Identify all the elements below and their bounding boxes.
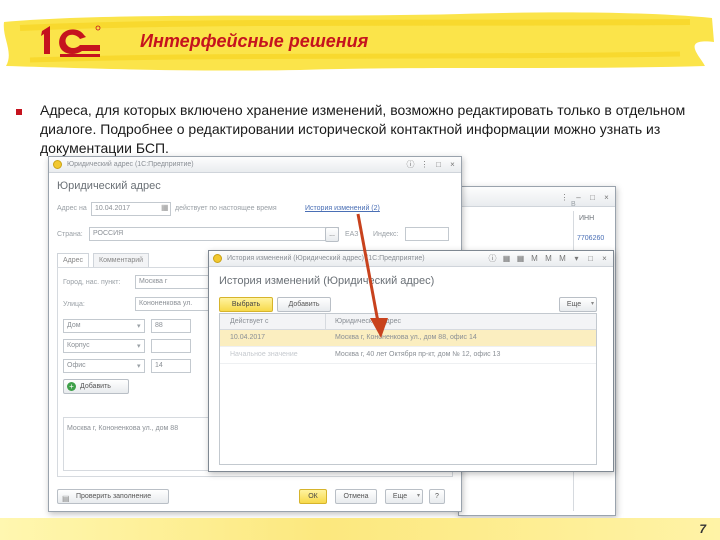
region-label: ЕАЗ	[345, 231, 359, 238]
history-table: Действует с Юридический адрес 10.04.2017…	[219, 313, 597, 465]
address-on-label: Адрес на	[57, 205, 87, 212]
valid-text: действует по настоящее время	[175, 205, 277, 212]
ok-button[interactable]: ОК	[299, 489, 327, 504]
select-button[interactable]: Выбрать	[219, 297, 273, 312]
country-select-button[interactable]: ...	[325, 227, 339, 242]
memory-plus-icon[interactable]: M	[544, 254, 553, 263]
row-date: 10.04.2017	[230, 334, 266, 341]
office-value-field[interactable]: 14	[151, 359, 191, 373]
address-summary: Москва г, Кононенкова ул., дом 88	[63, 417, 213, 471]
footer-band	[0, 518, 720, 540]
info-icon[interactable]: ⓘ	[406, 160, 415, 169]
column-divider	[325, 314, 326, 330]
close-icon[interactable]: ×	[602, 193, 611, 202]
street-label: Улица:	[63, 301, 85, 308]
menu-icon[interactable]: ▾	[572, 254, 581, 263]
chevron-down-icon: ▾	[590, 301, 594, 307]
country-label: Страна:	[57, 231, 83, 238]
building-value-field[interactable]	[151, 339, 191, 353]
dropdown-arrow-icon: ▾	[137, 323, 141, 330]
label-b: B	[571, 201, 576, 208]
add-field-button[interactable]: + Добавить	[63, 379, 129, 394]
house-value-field[interactable]: 88	[151, 319, 191, 333]
history-window: История изменений (Юридический адрес) (1…	[208, 250, 614, 472]
chevron-down-icon: ▾	[416, 493, 420, 499]
add-button-label: Добавить	[80, 383, 111, 390]
table-header: Действует с Юридический адрес	[220, 314, 596, 330]
1c-logo	[41, 25, 101, 57]
check-button-label: Проверить заполнение	[76, 493, 152, 500]
plus-icon: +	[67, 382, 76, 391]
more-button[interactable]: Еще ▾	[559, 297, 597, 312]
city-label: Город, нас. пункт:	[63, 279, 121, 286]
maximize-icon[interactable]: □	[586, 254, 595, 263]
check-fill-button[interactable]: ▤ Проверить заполнение	[57, 489, 169, 504]
slide-title: Интерфейсные решения	[140, 31, 369, 51]
memory-minus-icon[interactable]: M	[558, 254, 567, 263]
close-icon[interactable]: ×	[448, 160, 457, 169]
more-button-label: Еще	[392, 493, 408, 500]
dropdown-arrow-icon: ▾	[137, 363, 141, 370]
window-title: История изменений (Юридический адрес) (1…	[227, 255, 425, 262]
tab-address[interactable]: Адрес	[57, 253, 90, 267]
maximize-icon[interactable]: □	[588, 193, 597, 202]
maximize-icon[interactable]: □	[434, 160, 443, 169]
history-heading: История изменений (Юридический адрес)	[219, 275, 435, 287]
form-heading: Юридический адрес	[57, 180, 161, 192]
country-field[interactable]: РОССИЯ	[89, 227, 339, 241]
close-icon[interactable]: ×	[600, 254, 609, 263]
bullet-text: Адреса, для которых включено хранение из…	[40, 102, 686, 156]
page-number: 7	[699, 522, 706, 536]
code-field[interactable]	[405, 227, 449, 241]
row-address: Москва г, 40 лет Октября пр-кт, дом № 12…	[335, 351, 501, 358]
window-title: Юридический адрес (1С:Предприятие)	[67, 161, 194, 168]
cancel-button[interactable]: Отмена	[335, 489, 377, 504]
more-button-label: Еще	[566, 301, 582, 308]
grid-icon[interactable]: ▦	[502, 254, 511, 263]
more-button[interactable]: Еще ▾	[385, 489, 423, 504]
calendar-icon[interactable]: ▦	[161, 203, 169, 212]
table-row[interactable]: Начальное значение Москва г, 40 лет Октя…	[220, 347, 596, 364]
inn-label: ИНН	[579, 215, 595, 222]
tab-comment[interactable]: Комментарий	[93, 253, 150, 267]
inn-value: 7706260	[577, 235, 605, 242]
bullet-marker	[16, 109, 22, 115]
column-header-date[interactable]: Действует с	[230, 318, 269, 325]
column-header-address[interactable]: Юридический адрес	[335, 318, 401, 325]
dropdown-arrow-icon: ▾	[137, 343, 141, 350]
history-link[interactable]: История изменений (2)	[305, 205, 380, 212]
grid-icon[interactable]: ▦	[516, 254, 525, 263]
date-field[interactable]: 10.04.2017	[91, 202, 171, 216]
app-icon	[213, 254, 222, 263]
info-icon[interactable]: ⓘ	[488, 254, 497, 263]
table-row[interactable]: 10.04.2017 Москва г, Кононенкова ул., до…	[220, 330, 596, 347]
building-type-select[interactable]: Корпус	[63, 339, 145, 353]
add-button[interactable]: Добавить	[277, 297, 331, 312]
row-address: Москва г, Кононенкова ул., дом 88, офис …	[335, 334, 477, 341]
row-date: Начальное значение	[230, 351, 298, 358]
help-button[interactable]: ?	[429, 489, 445, 504]
code-label: Индекс:	[373, 231, 399, 238]
check-icon: ▤	[62, 494, 70, 503]
menu-icon[interactable]: ⋮	[560, 193, 569, 202]
menu-icon[interactable]: ⋮	[420, 160, 429, 169]
house-type-select[interactable]: Дом	[63, 319, 145, 333]
memory-icon[interactable]: M	[530, 254, 539, 263]
app-icon	[53, 160, 62, 169]
office-type-select[interactable]: Офис	[63, 359, 145, 373]
